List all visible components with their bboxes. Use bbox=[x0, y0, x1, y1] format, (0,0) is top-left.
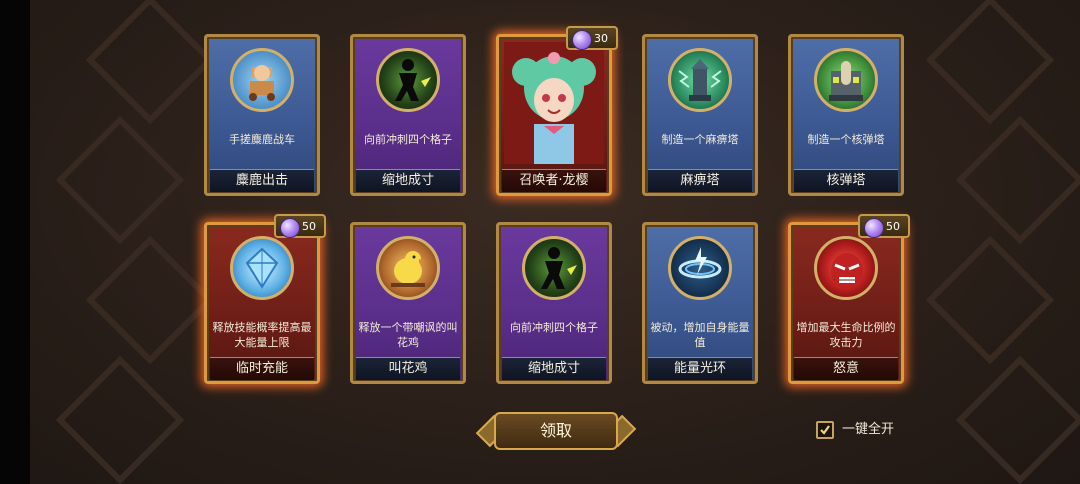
card-description: 手搓麋鹿战车 bbox=[229, 133, 295, 146]
card-description: 向前冲刺四个格子 bbox=[364, 133, 452, 146]
gem-icon bbox=[572, 30, 592, 50]
nuke-tower-icon bbox=[814, 48, 878, 112]
card-name: 召唤者·龙樱 bbox=[502, 169, 606, 192]
summoner-portrait-icon bbox=[504, 42, 604, 164]
auto-open-label[interactable]: 一键全开 bbox=[842, 421, 894, 439]
card-description: 释放一个带嘲讽的叫花鸡 bbox=[358, 321, 458, 349]
card-description: 释放技能概率提高最大能量上限 bbox=[212, 321, 312, 349]
card-name: 能量光环 bbox=[648, 357, 752, 380]
card-name: 临时充能 bbox=[210, 357, 314, 380]
skill-card-chicken[interactable]: 释放一个带嘲讽的叫花鸡 叫花鸡 bbox=[350, 222, 466, 384]
card-description: 增加最大生命比例的攻击力 bbox=[796, 321, 896, 349]
rage-face-icon bbox=[814, 236, 878, 300]
skill-card-dash[interactable]: 向前冲刺四个格子 缩地成寸 bbox=[350, 34, 466, 196]
skill-card-nuke-tower[interactable]: 制造一个核弹塔 核弹塔 bbox=[788, 34, 904, 196]
claim-button[interactable]: 领取 bbox=[475, 410, 637, 452]
reindeer-chariot-icon bbox=[230, 48, 294, 112]
cost-badge: 50 bbox=[858, 214, 910, 238]
card-name: 缩地成寸 bbox=[502, 357, 606, 380]
check-icon bbox=[820, 425, 830, 435]
skill-card-summoner[interactable]: 召唤者·龙樱 30 bbox=[496, 26, 618, 196]
skill-card-paralysis-tower[interactable]: 制造一个麻痹塔 麻痹塔 bbox=[642, 34, 758, 196]
gem-icon bbox=[280, 218, 300, 238]
card-description: 被动，增加自身能量值 bbox=[650, 321, 750, 349]
card-name: 麻痹塔 bbox=[648, 169, 752, 192]
auto-open-checkbox[interactable] bbox=[816, 421, 834, 439]
skill-card-dash-2[interactable]: 向前冲刺四个格子 缩地成寸 bbox=[496, 222, 612, 384]
card-name: 怒意 bbox=[794, 357, 898, 380]
card-name: 核弹塔 bbox=[794, 169, 898, 192]
energy-ring-icon bbox=[668, 236, 732, 300]
screen-edge bbox=[0, 0, 30, 484]
claim-button-label: 领取 bbox=[539, 421, 572, 440]
energy-crystal-icon bbox=[230, 236, 294, 300]
gem-icon bbox=[864, 218, 884, 238]
skill-card-rage[interactable]: 增加最大生命比例的攻击力 怒意 50 bbox=[788, 214, 910, 384]
dash-silhouette-icon bbox=[522, 236, 586, 300]
card-description: 制造一个核弹塔 bbox=[807, 133, 885, 146]
skill-card-temp-charge[interactable]: 释放技能概率提高最大能量上限 临时充能 50 bbox=[204, 214, 326, 384]
cost-badge: 50 bbox=[274, 214, 326, 238]
paralysis-tower-icon bbox=[668, 48, 732, 112]
cost-badge: 30 bbox=[566, 26, 618, 50]
skill-card-reindeer[interactable]: 手搓麋鹿战车 麋鹿出击 bbox=[204, 34, 320, 196]
skill-card-energy-aura[interactable]: 被动，增加自身能量值 能量光环 bbox=[642, 222, 758, 384]
dash-silhouette-icon bbox=[376, 48, 440, 112]
chicken-icon bbox=[376, 236, 440, 300]
card-description: 制造一个麻痹塔 bbox=[661, 133, 739, 146]
card-name: 缩地成寸 bbox=[356, 169, 460, 192]
card-name: 叫花鸡 bbox=[356, 357, 460, 380]
card-description: 向前冲刺四个格子 bbox=[510, 321, 598, 334]
card-name: 麋鹿出击 bbox=[210, 169, 314, 192]
